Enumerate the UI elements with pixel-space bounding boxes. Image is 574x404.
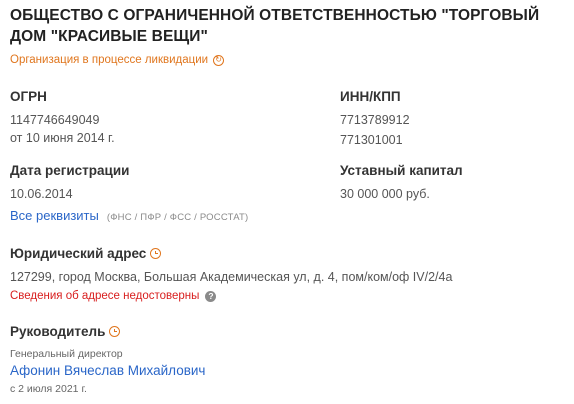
clock-icon[interactable]	[109, 326, 121, 337]
address-label: Юридический адрес	[10, 246, 147, 261]
head-since: с 2 июля 2021 г.	[10, 383, 87, 395]
inn-kpp-label: ИНН/КПП	[340, 89, 401, 104]
question-icon[interactable]: ?	[205, 290, 217, 302]
company-title: ОБЩЕСТВО С ОГРАНИЧЕННОЙ ОТВЕТСТВЕННОСТЬЮ…	[10, 7, 540, 45]
requisites-sources: (ФНС / ПФР / ФСС / РОССТАТ)	[106, 212, 249, 223]
capital-label: Уставный капитал	[340, 163, 463, 178]
liquidation-status: Организация в процессе ликвидации ↻	[10, 54, 225, 66]
registration-label: Дата регистрации	[10, 163, 130, 178]
ogrn-value: 1147746649049	[10, 113, 100, 127]
address-warning-text: Сведения об адресе недостоверны	[10, 290, 200, 302]
all-requisites-link[interactable]: Все реквизиты	[10, 208, 99, 223]
address-warning: Сведения об адресе недостоверны ?	[10, 290, 217, 302]
inn-value: 7713789912	[340, 113, 410, 127]
address-value: 127299, город Москва, Большая Академичес…	[10, 270, 453, 284]
address-label-row: Юридический адрес	[10, 246, 162, 261]
head-name-link[interactable]: Афонин Вячеслав Михайлович	[10, 363, 205, 378]
requisites-row: Все реквизиты (ФНС / ПФР / ФСС / РОССТАТ…	[10, 208, 248, 223]
head-position: Генеральный директор	[10, 348, 123, 360]
ogrn-date: от 10 июня 2014 г.	[10, 131, 115, 145]
head-label: Руководитель	[10, 324, 106, 339]
liquidation-status-text: Организация в процессе ликвидации	[10, 54, 209, 66]
capital-value: 30 000 000 руб.	[340, 187, 430, 201]
head-label-row: Руководитель	[10, 324, 121, 339]
clock-icon[interactable]	[150, 248, 162, 259]
kpp-value: 771301001	[340, 133, 403, 147]
ogrn-label: ОГРН	[10, 89, 47, 104]
refresh-clock-icon[interactable]: ↻	[213, 54, 225, 66]
registration-value: 10.06.2014	[10, 187, 73, 201]
